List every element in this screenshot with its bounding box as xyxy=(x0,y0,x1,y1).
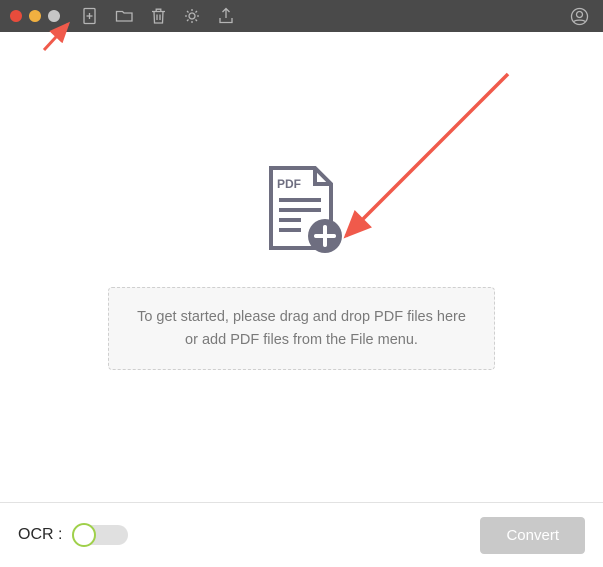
trash-icon xyxy=(150,7,167,25)
drop-hint-box: To get started, please drag and drop PDF… xyxy=(108,287,495,370)
delete-button[interactable] xyxy=(144,2,172,30)
minimize-window-button[interactable] xyxy=(29,10,41,22)
account-button[interactable] xyxy=(565,2,593,30)
convert-button[interactable]: Convert xyxy=(480,517,585,554)
pdf-file-icon: PDF xyxy=(259,164,345,265)
folder-icon xyxy=(115,7,134,25)
close-window-button[interactable] xyxy=(10,10,22,22)
export-button[interactable] xyxy=(212,2,240,30)
add-file-button[interactable] xyxy=(76,2,104,30)
open-folder-button[interactable] xyxy=(110,2,138,30)
account-icon xyxy=(570,7,589,26)
drop-hint-text: To get started, please drag and drop PDF… xyxy=(137,309,466,347)
titlebar xyxy=(0,0,603,32)
export-icon xyxy=(217,7,235,25)
drop-zone[interactable]: PDF To get started, please drag and drop… xyxy=(0,32,603,502)
gear-icon xyxy=(183,7,201,25)
ocr-toggle-knob xyxy=(72,523,96,547)
traffic-lights xyxy=(10,10,60,22)
ocr-label: OCR : xyxy=(18,526,62,544)
add-page-icon xyxy=(81,7,99,25)
footer: OCR : Convert xyxy=(0,502,603,567)
ocr-toggle[interactable] xyxy=(72,525,128,545)
settings-button[interactable] xyxy=(178,2,206,30)
maximize-window-button[interactable] xyxy=(48,10,60,22)
pdf-badge-text: PDF xyxy=(277,177,301,191)
